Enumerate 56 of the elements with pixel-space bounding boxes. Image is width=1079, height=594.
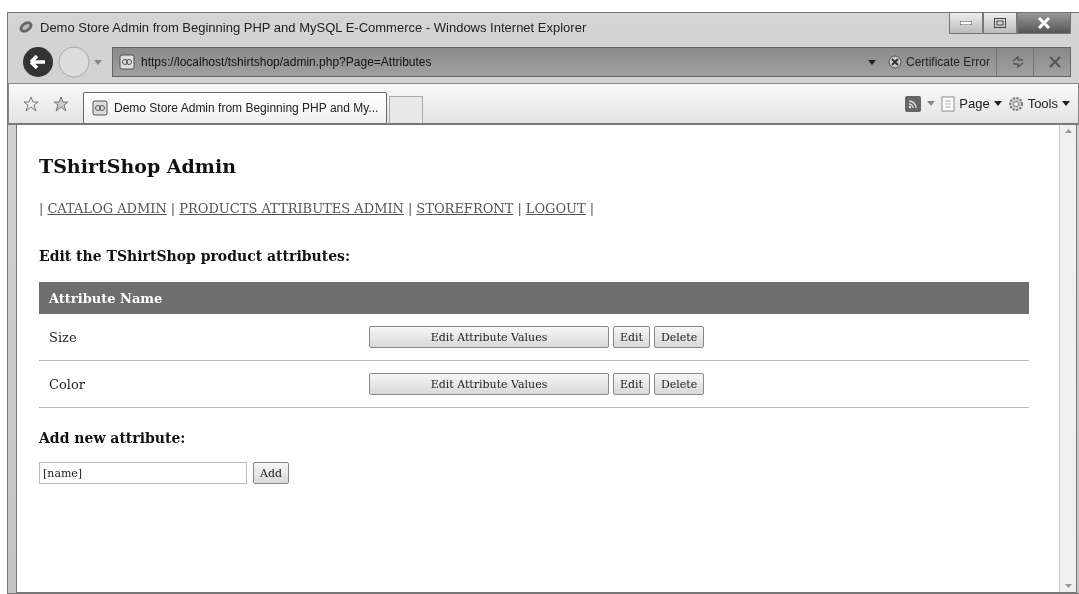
window-title: Demo Store Admin from Beginning PHP and MySQL E-Commerce - Windows Internet Explorer (40, 19, 588, 35)
page-icon (119, 54, 135, 70)
scroll-down-icon[interactable] (1064, 584, 1072, 588)
minimize-button[interactable] (949, 13, 983, 34)
row-action-button[interactable]: Delete (654, 373, 705, 395)
row-action-button[interactable]: Delete (654, 326, 705, 348)
nav-separator: | (39, 201, 44, 216)
row-action-button[interactable]: Edit (613, 373, 650, 395)
nav-separator: | (170, 201, 176, 216)
browser-tab[interactable]: Demo Store Admin from Beginning PHP and My... (83, 92, 388, 123)
column-header: Attribute Name (39, 282, 1029, 314)
table-cell: Color (39, 360, 359, 408)
dropdown-icon[interactable] (927, 101, 936, 106)
nav-link[interactable]: PRODUCTS ATTRIBUTES ADMIN (179, 201, 404, 216)
row-action-button[interactable]: Edit (613, 326, 650, 348)
row-action-button[interactable]: Edit Attribute Values (369, 326, 609, 348)
back-button[interactable] (22, 46, 54, 78)
maximize-icon (994, 18, 1006, 28)
minimize-icon (960, 21, 972, 25)
certificate-error-button[interactable]: Certificate Error (881, 48, 997, 76)
new-tab-button[interactable] (389, 96, 424, 123)
error-icon (887, 55, 902, 69)
caret-icon (1062, 101, 1070, 106)
nav-separator: | (407, 201, 413, 216)
browser-logo-icon (18, 19, 34, 35)
gear-icon (1007, 95, 1024, 112)
refresh-icon (1011, 55, 1025, 69)
table-cell: Size (39, 314, 359, 361)
address-field[interactable]: https://localhost/tshirtshop/admin.php?Page=Attributes (141, 55, 862, 69)
close-button[interactable] (1017, 13, 1071, 34)
section-title: Add new attribute: (39, 430, 187, 446)
favorites-star-icon[interactable] (23, 95, 39, 112)
add-button[interactable]: Add (253, 462, 290, 484)
caret-icon (993, 101, 1002, 106)
nav-separator: | (589, 201, 595, 216)
nav-link[interactable]: CATALOG ADMIN (47, 201, 167, 216)
nav-link[interactable]: LOGOUT (525, 201, 586, 216)
add-favorites-star-icon[interactable] (53, 95, 69, 112)
nav-separator: | (517, 201, 522, 216)
feed-icon[interactable] (905, 95, 922, 112)
nav-link[interactable]: STOREFRONT (416, 201, 514, 216)
attribute-name-field[interactable]: [name] (39, 462, 247, 484)
page-heading: TShirtShop Admin (39, 155, 237, 177)
dropdown-icon[interactable] (867, 59, 876, 65)
row-action-button[interactable]: Edit Attribute Values (369, 373, 609, 395)
close-icon (1038, 17, 1050, 29)
page-menu[interactable]: Page (941, 95, 1002, 112)
tools-menu[interactable]: Tools (1007, 95, 1070, 112)
scrollbar[interactable] (1059, 125, 1076, 592)
history-dropdown-icon[interactable] (94, 59, 102, 65)
stop-icon (1048, 55, 1062, 69)
maximize-button[interactable] (983, 13, 1017, 34)
scroll-up-icon[interactable] (1064, 129, 1072, 133)
section-title: Edit the TShirtShop product attributes: (39, 248, 352, 264)
page-icon (92, 100, 108, 116)
page-icon (941, 95, 956, 112)
